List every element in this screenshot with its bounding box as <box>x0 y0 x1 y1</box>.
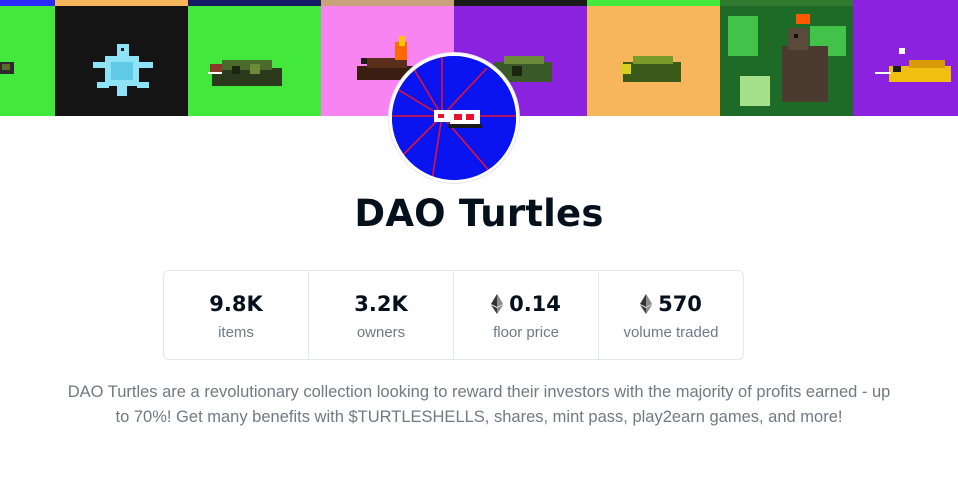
stat-value-text: 0.14 <box>509 291 561 316</box>
stat-value-text: 3.2K <box>354 291 408 316</box>
collection-title: DAO Turtles <box>354 192 604 235</box>
stat-label: items <box>218 323 254 341</box>
banner-nft-image <box>587 6 720 116</box>
stat-volume-traded[interactable]: 570 volume traded <box>599 271 743 359</box>
collection-avatar-image <box>392 56 516 180</box>
collection-avatar <box>389 53 519 183</box>
stat-label: owners <box>356 323 406 341</box>
stat-value-text: 570 <box>658 291 702 316</box>
banner-nft-image <box>55 6 188 116</box>
stat-label: volume traded <box>623 323 719 341</box>
stat-value: 9.8K <box>209 290 262 318</box>
ethereum-icon <box>491 293 504 314</box>
stat-floor-price[interactable]: 0.14 floor price <box>454 271 599 359</box>
banner-nft-image <box>0 6 55 116</box>
stat-value: 570 <box>640 290 702 318</box>
stat-value-text: 9.8K <box>209 291 263 316</box>
stat-value: 3.2K <box>354 290 407 318</box>
stat-label: floor price <box>493 323 559 341</box>
collection-stats: 9.8K items 3.2K owners 0.14 floor price <box>163 270 744 360</box>
ethereum-icon <box>640 293 653 314</box>
banner-nft-image <box>720 6 853 116</box>
stat-items[interactable]: 9.8K items <box>164 271 309 359</box>
stat-value: 0.14 <box>491 290 561 318</box>
stat-owners[interactable]: 3.2K owners <box>309 271 454 359</box>
banner-nft-image <box>853 6 958 116</box>
banner-nft-image <box>188 6 321 116</box>
collection-description: DAO Turtles are a revolutionary collecti… <box>67 383 891 426</box>
